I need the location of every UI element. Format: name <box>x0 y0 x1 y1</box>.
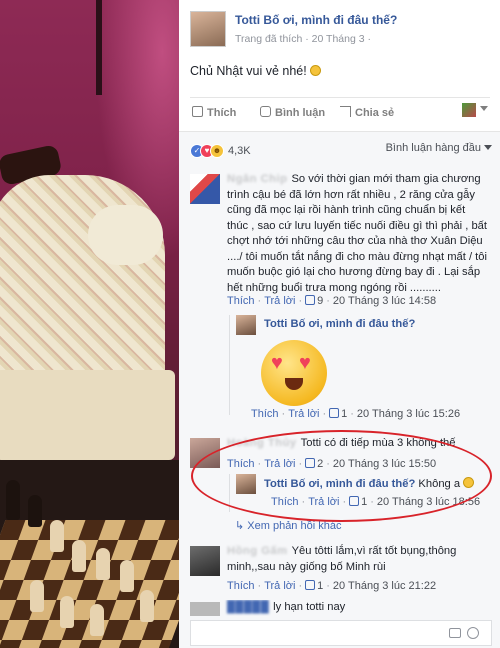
annotation-circle <box>191 430 492 522</box>
comment-time[interactable]: 20 Tháng 3 lúc 14:58 <box>333 295 436 307</box>
comment-actions: Thích · Trả lời · 1 · 20 Tháng 3 lúc 21:22 <box>227 580 437 592</box>
reply-body: Totti Bố ơi, mình đi đâu thế? <box>264 318 415 330</box>
comment-button[interactable]: Bình luận <box>260 106 325 119</box>
comment-text: ly hạn totti nay <box>273 601 346 613</box>
comment: Hồng Gấm Yêu tôtti lắm,vì rất tốt bụng,th… <box>190 544 490 580</box>
reactions-summary[interactable]: ✓ ♥ ☻ 4,3K <box>190 142 251 158</box>
comment-actions: Thích · Trả lời · 9 · 20 Tháng 3 lúc 14:58 <box>227 295 437 307</box>
comment-like-link[interactable]: Thích <box>227 580 255 592</box>
like-label: Thích <box>207 107 237 119</box>
reply-avatar[interactable] <box>236 315 256 335</box>
post-photo[interactable] <box>0 0 179 648</box>
comment-body: █████ ly hạn totti nay <box>227 600 489 616</box>
chess-piece <box>72 540 86 572</box>
sofa-cushion <box>88 205 163 265</box>
like-button[interactable]: Thích <box>192 106 236 119</box>
chess-piece <box>28 495 42 527</box>
camera-icon[interactable] <box>449 628 461 638</box>
comments-section: ✓ ♥ ☻ 4,3K Bình luận hàng đầu Ngân Chip So v… <box>179 131 500 648</box>
comment-text: So với thời gian mới tham gia chương trì… <box>227 173 488 294</box>
sofa-seat <box>0 370 175 460</box>
photo-pole <box>96 0 102 95</box>
page-name-link[interactable]: Totti Bố ơi, mình đi đâu thế? <box>235 13 397 27</box>
chess-piece <box>90 604 104 636</box>
heart-icon: ♥ <box>299 352 311 374</box>
chevron-down-icon[interactable] <box>480 106 488 111</box>
chess-piece <box>6 480 20 520</box>
commenter-name[interactable]: █████ <box>227 601 269 613</box>
reply-like-link[interactable]: Thích <box>251 408 279 420</box>
comment-like-link[interactable]: Thích <box>227 295 255 307</box>
comment-reply-link[interactable]: Trả lời <box>264 580 295 592</box>
comment-sort-dropdown[interactable]: Bình luận hàng đầu <box>386 142 492 154</box>
post-panel: Totti Bố ơi, mình đi đâu thế? Trang đã t… <box>179 0 500 648</box>
commenter-name[interactable]: Ngân Chip <box>227 173 287 185</box>
reply-reply-link[interactable]: Trả lời <box>288 408 319 420</box>
reply-actions: Thích · Trả lời · 1 · 20 Tháng 3 lúc 15:26 <box>251 408 461 420</box>
reply-arrow-icon: ↳ <box>235 520 248 532</box>
comment-time[interactable]: 20 Tháng 3 lúc 21:22 <box>333 580 436 592</box>
comment: █████ ly hạn totti nay <box>190 600 490 616</box>
comment-body: Ngân Chip So với thời gian mới tham gia c… <box>227 172 489 296</box>
page-avatar[interactable] <box>190 11 226 47</box>
emoji-icon[interactable] <box>467 627 479 639</box>
commenter-avatar[interactable] <box>190 602 220 616</box>
commenter-avatar[interactable] <box>190 174 220 204</box>
smiley-icon <box>310 65 322 76</box>
post-action-bar: Thích Bình luận Chia sẻ <box>190 97 490 127</box>
heart-eyes-sticker: ♥ ♥ <box>261 340 327 406</box>
comment-reply-link[interactable]: Trả lời <box>264 295 295 307</box>
share-button[interactable]: Chia sẻ <box>340 106 394 119</box>
chevron-down-icon <box>484 145 492 150</box>
chess-piece <box>50 520 64 552</box>
reply-time[interactable]: 20 Tháng 3 lúc 15:26 <box>357 408 460 420</box>
posting-as-avatar[interactable] <box>462 103 476 117</box>
post-header: Totti Bố ơi, mình đi đâu thế? Trang đã t… <box>190 11 490 51</box>
reply-author[interactable]: Totti Bố ơi, mình đi đâu thế? <box>264 318 415 330</box>
share-label: Chia sẻ <box>355 107 395 119</box>
post-meta: Trang đã thích · 20 Tháng 3 · <box>235 33 371 45</box>
post-text: Chủ Nhật vui vẻ nhé! <box>190 64 322 78</box>
haha-reaction-icon: ☻ <box>210 143 224 158</box>
share-icon <box>340 106 351 117</box>
comment-body: Hồng Gấm Yêu tôtti lắm,vì rất tốt bụng,th… <box>227 544 489 575</box>
chess-piece <box>60 596 74 628</box>
commenter-name[interactable]: Hồng Gấm <box>227 545 288 557</box>
heart-icon: ♥ <box>271 352 283 374</box>
post-text-content: Chủ Nhật vui vẻ nhé! <box>190 64 307 78</box>
thumbs-up-icon <box>329 408 340 418</box>
thumbs-up-icon <box>305 580 316 590</box>
thumbs-up-icon <box>305 295 316 305</box>
write-comment-input[interactable] <box>190 620 492 646</box>
chess-piece <box>120 560 134 592</box>
thumbs-up-icon <box>192 106 203 117</box>
comment-icon <box>260 106 271 117</box>
chess-piece <box>96 548 110 580</box>
chess-piece <box>30 580 44 612</box>
commenter-avatar[interactable] <box>190 546 220 576</box>
reaction-count: 4,3K <box>228 144 251 157</box>
comment-label: Bình luận <box>275 107 326 119</box>
chess-piece <box>140 590 154 622</box>
sticker-mouth <box>285 378 303 390</box>
comment: Ngân Chip So với thời gian mới tham gia c… <box>190 172 490 302</box>
sort-label: Bình luận hàng đầu <box>385 142 481 154</box>
